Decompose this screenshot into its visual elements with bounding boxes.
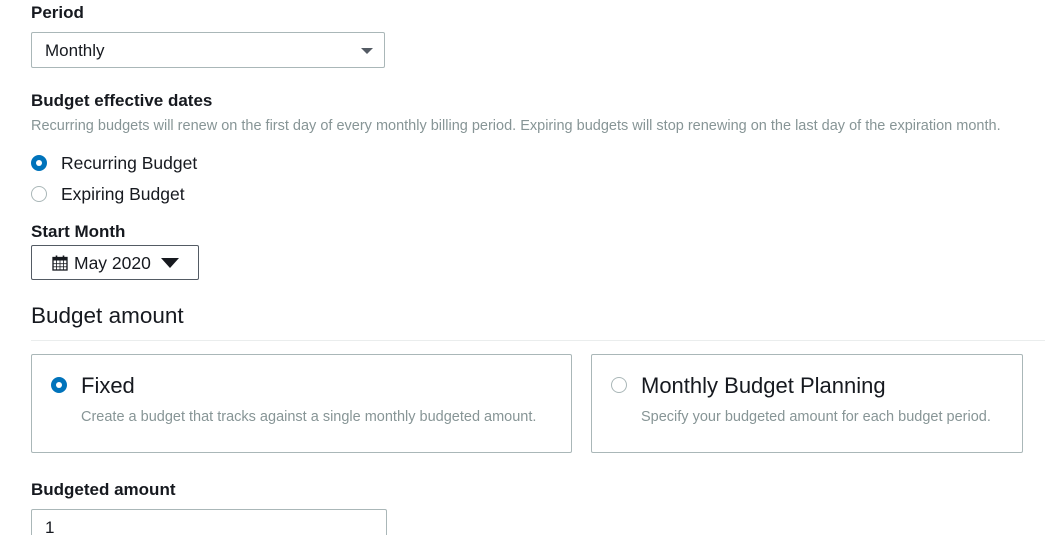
expiring-budget-radio[interactable] xyxy=(31,186,47,202)
budget-amount-heading: Budget amount xyxy=(31,303,184,328)
budget-effective-dates-description: Recurring budgets will renew on the firs… xyxy=(31,118,1001,134)
fixed-radio[interactable] xyxy=(51,377,67,393)
expiring-budget-option[interactable]: Expiring Budget xyxy=(31,184,211,206)
fixed-tile-description: Create a budget that tracks against a si… xyxy=(81,409,537,425)
budget-form: Period Monthly Budget effective dates Re… xyxy=(0,0,1045,535)
budgeted-amount-value: 1 xyxy=(45,518,55,535)
fixed-tile-title: Fixed xyxy=(81,373,135,398)
section-divider xyxy=(31,340,1045,341)
recurring-budget-radio[interactable] xyxy=(31,155,47,171)
calendar-icon xyxy=(52,255,68,271)
period-select[interactable]: Monthly xyxy=(31,32,385,68)
period-select-value: Monthly xyxy=(45,41,105,60)
expiring-budget-label: Expiring Budget xyxy=(61,184,185,204)
start-month-picker[interactable]: May 2020 xyxy=(31,245,199,280)
recurring-budget-option[interactable]: Recurring Budget xyxy=(31,153,211,175)
recurring-budget-label: Recurring Budget xyxy=(61,153,198,173)
budgeted-amount-label: Budgeted amount xyxy=(31,480,176,499)
monthly-budget-planning-tile[interactable]: Monthly Budget Planning Specify your bud… xyxy=(591,354,1023,453)
caret-down-icon xyxy=(161,258,179,268)
monthly-budget-planning-description: Specify your budgeted amount for each bu… xyxy=(641,409,991,425)
monthly-budget-planning-title: Monthly Budget Planning xyxy=(641,373,886,398)
budget-effective-dates-label: Budget effective dates xyxy=(31,91,213,110)
start-month-label: Start Month xyxy=(31,222,126,241)
monthly-budget-planning-radio[interactable] xyxy=(611,377,627,393)
caret-down-icon xyxy=(361,48,373,54)
budgeted-amount-input[interactable]: 1 xyxy=(31,509,387,535)
fixed-budget-tile[interactable]: Fixed Create a budget that tracks agains… xyxy=(31,354,572,453)
period-label: Period xyxy=(31,3,84,22)
start-month-value: May 2020 xyxy=(74,253,151,273)
